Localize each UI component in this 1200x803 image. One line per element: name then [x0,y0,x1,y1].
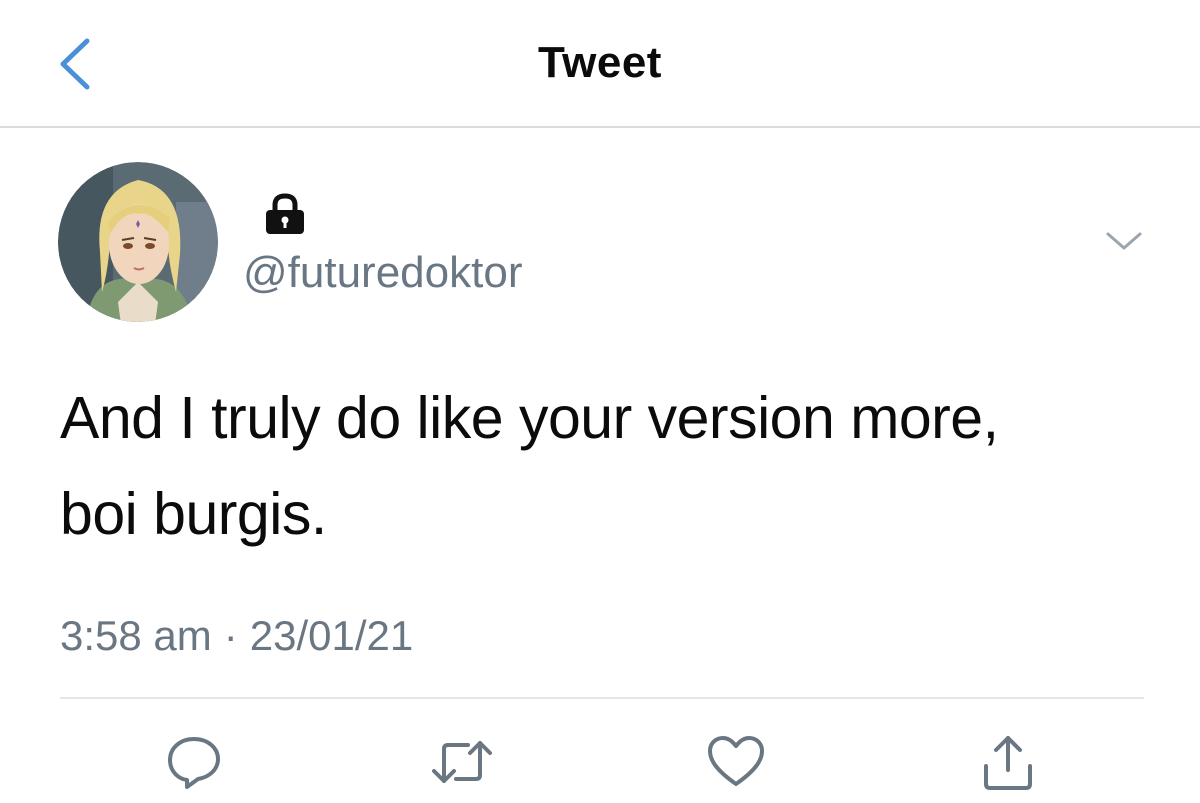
navigation-bar: Tweet [0,0,1200,128]
retweet-icon [432,741,492,783]
tweet-date: 23/01/21 [249,612,414,659]
reply-button[interactable] [162,730,226,794]
retweet-button[interactable] [430,730,494,794]
tweet-timestamp: 3:58 am · 23/01/21 [60,612,413,660]
tweet-text-line: And I truly do like your version more, [60,385,999,451]
tweet-time: 3:58 am [60,612,212,659]
like-icon [708,736,764,786]
meta-separator: · [223,612,238,659]
like-button[interactable] [704,730,768,794]
share-icon [984,736,1032,790]
tweet-text-line: boi burgis. [60,481,327,547]
page-title: Tweet [538,38,662,87]
avatar-image [58,162,218,322]
user-handle[interactable]: @futuredoktor [243,248,522,298]
tweet-menu-button[interactable] [1104,224,1144,260]
chevron-down-icon [1106,232,1142,250]
share-button[interactable] [976,730,1040,794]
divider [60,697,1144,699]
lock-icon [262,192,308,236]
avatar[interactable] [58,162,218,322]
reply-icon [168,737,220,789]
tweet-text: And I truly do like your version more, b… [60,370,1140,562]
